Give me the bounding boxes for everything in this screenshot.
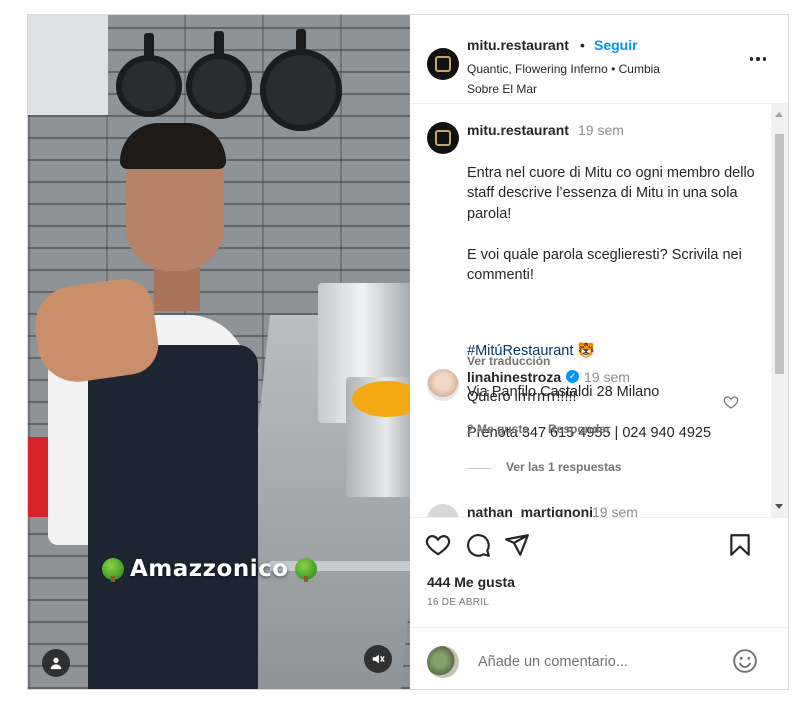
scroll-up-arrow-icon[interactable]	[775, 112, 783, 117]
post-details-panel: mitu.restaurant • Seguir Quantic, Flower…	[410, 15, 788, 689]
see-translation-button[interactable]: Ver traducción	[467, 354, 550, 368]
reply-button[interactable]: Responder	[548, 422, 611, 436]
post-actions	[410, 518, 788, 568]
caption-author-avatar[interactable]	[427, 122, 459, 154]
emoji-icon[interactable]	[732, 648, 758, 674]
post-video[interactable]: Amazzonico	[28, 15, 410, 689]
current-user-avatar	[427, 646, 459, 678]
caption-text: Entra nel cuore di Mitu co ogni membro d…	[467, 142, 757, 464]
separator-dot: •	[580, 37, 585, 53]
comment-timestamp[interactable]: 19 sem	[584, 369, 630, 385]
bookmark-icon[interactable]	[727, 532, 753, 558]
tree-emoji-icon	[294, 558, 317, 582]
heart-icon[interactable]	[425, 532, 451, 558]
comment-text: Quiero irrrrrrrr!!!!!	[467, 389, 577, 405]
add-comment-bar	[410, 627, 788, 690]
follow-button[interactable]: Seguir	[594, 37, 638, 53]
comment-input[interactable]	[476, 646, 730, 678]
tagged-users-button[interactable]	[42, 649, 70, 677]
verified-badge-icon: ✓	[566, 370, 579, 383]
audio-track-link[interactable]: Quantic, Flowering Inferno • Cumbia Sobr…	[467, 59, 687, 99]
more-horizontal-icon[interactable]	[749, 57, 766, 61]
restaurant-logo-icon	[435, 56, 451, 72]
author-username-link[interactable]: mitu.restaurant	[467, 37, 569, 53]
commenter-avatar[interactable]	[427, 504, 459, 517]
likes-count[interactable]: 444 Me gusta	[427, 574, 515, 590]
comment-heart-icon[interactable]	[723, 394, 739, 410]
caption-username-link[interactable]: mitu.restaurant	[467, 122, 569, 138]
comment-icon[interactable]	[465, 532, 491, 558]
hanging-pan	[260, 49, 342, 131]
mute-button[interactable]	[364, 645, 392, 673]
replies-divider	[467, 468, 491, 469]
comment-timestamp[interactable]: 19 sem	[592, 504, 638, 517]
comments-section[interactable]: mitu.restaurant 19 sem Entra nel cuore d…	[410, 104, 788, 518]
hanging-pan	[116, 55, 182, 117]
video-overlay-caption: Amazzonico	[102, 556, 317, 582]
speaker-muted-icon	[372, 654, 385, 664]
post-date[interactable]: 16 DE ABRIL	[427, 597, 489, 608]
commenter-avatar[interactable]	[427, 369, 459, 401]
scroll-down-arrow-icon[interactable]	[775, 504, 783, 509]
restaurant-logo-icon	[435, 130, 451, 146]
post-header: mitu.restaurant • Seguir Quantic, Flower…	[410, 15, 788, 104]
commenter-username-link[interactable]: nathan_martignoni	[467, 504, 593, 517]
tree-emoji-icon	[102, 558, 124, 582]
user-icon	[50, 657, 62, 670]
commenter-username-link[interactable]: linahinestroza	[467, 369, 561, 385]
share-icon[interactable]	[504, 532, 530, 558]
kitchen-hood	[28, 15, 108, 115]
instagram-post: Amazzonico mitu.restaurant • Seguir Quan	[27, 14, 789, 690]
chef-apron	[88, 345, 258, 689]
comments-scrollbar[interactable]	[771, 104, 788, 517]
author-avatar[interactable]	[427, 48, 459, 80]
overlay-word: Amazzonico	[130, 556, 289, 582]
scrollbar-thumb[interactable]	[775, 134, 784, 374]
comment-likes[interactable]: 2 Me gusta	[467, 422, 529, 436]
view-replies-button[interactable]: Ver las 1 respuestas	[506, 460, 621, 474]
hanging-pan	[186, 53, 252, 119]
caption-timestamp[interactable]: 19 sem	[578, 122, 624, 138]
